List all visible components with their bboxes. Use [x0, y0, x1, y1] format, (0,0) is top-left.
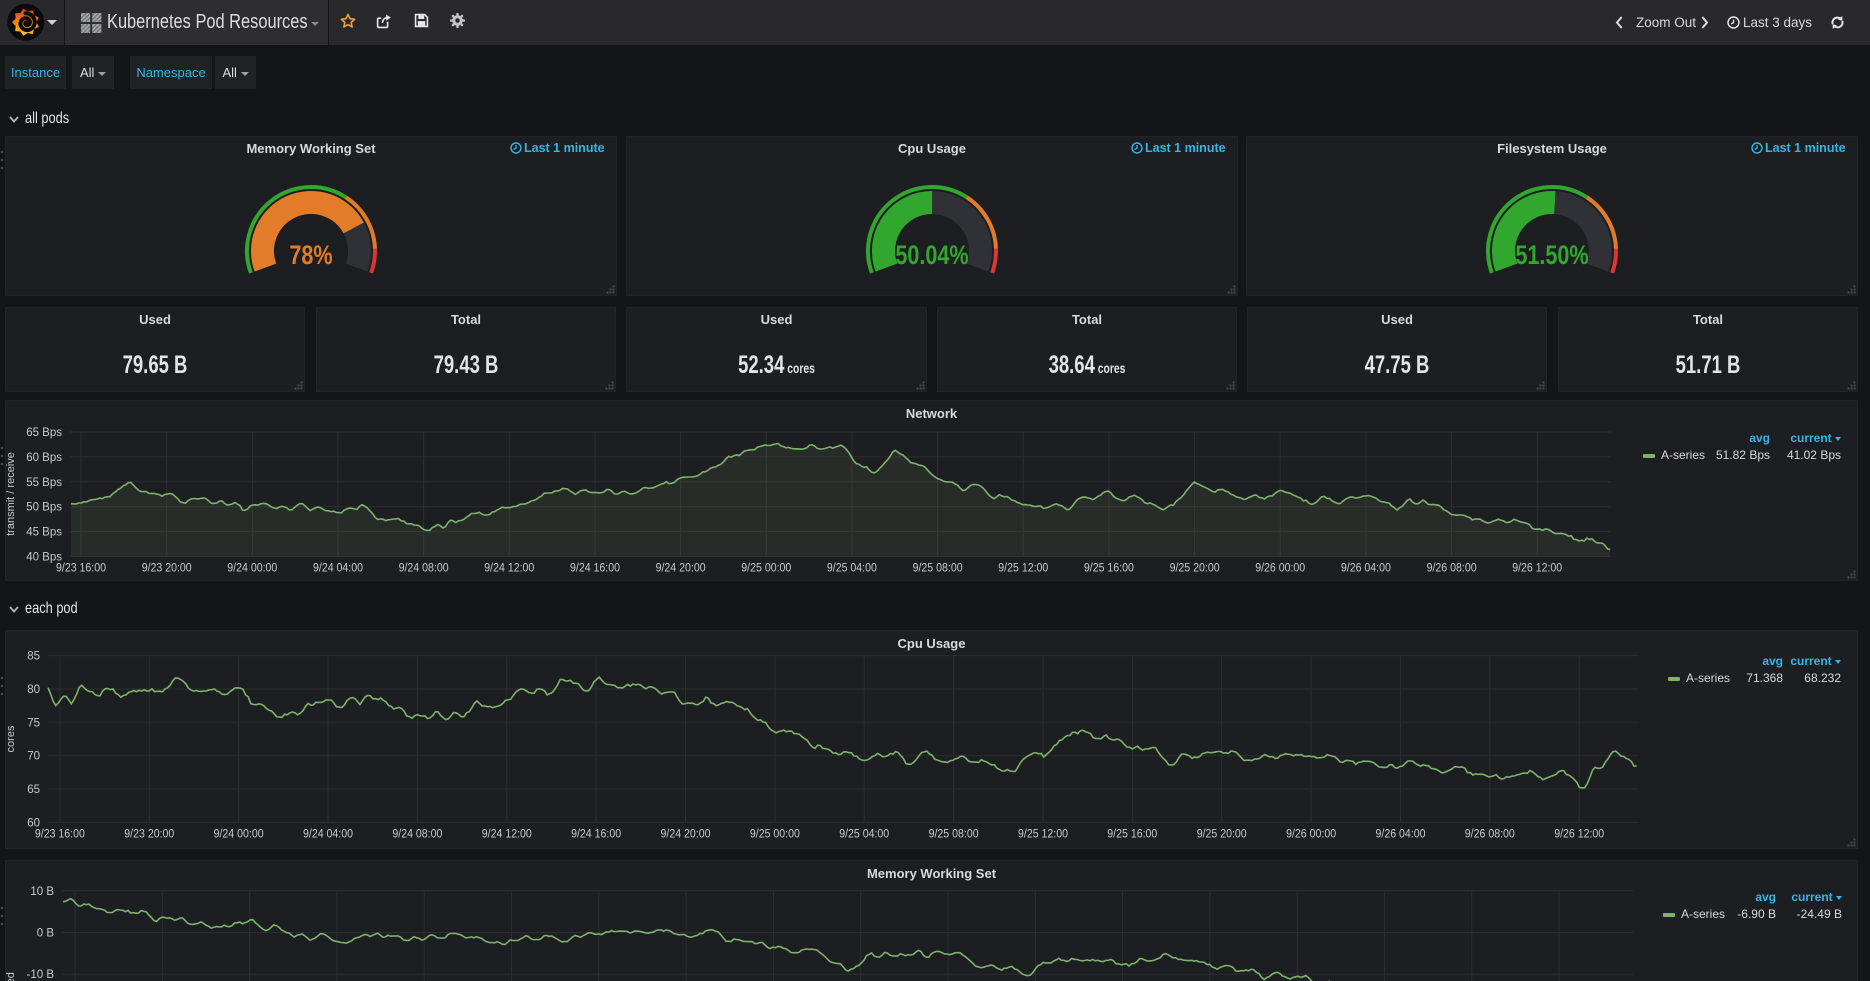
svg-text:9/23 16:00: 9/23 16:00	[56, 563, 106, 575]
svg-text:9/24 00:00: 9/24 00:00	[227, 563, 277, 575]
svg-text:9/24 20:00: 9/24 20:00	[661, 828, 711, 840]
svg-text:9/25 20:00: 9/25 20:00	[1197, 828, 1247, 840]
svg-text:9/25 04:00: 9/25 04:00	[839, 828, 889, 840]
svg-text:9/24 04:00: 9/24 04:00	[303, 828, 353, 840]
svg-text:55 Bps: 55 Bps	[26, 477, 62, 489]
svg-text:9/25 00:00: 9/25 00:00	[750, 828, 800, 840]
svg-text:9/25 12:00: 9/25 12:00	[1018, 828, 1068, 840]
svg-text:9/26 08:00: 9/26 08:00	[1465, 828, 1515, 840]
svg-text:9/23 20:00: 9/23 20:00	[124, 828, 174, 840]
svg-text:9/26 00:00: 9/26 00:00	[1255, 563, 1305, 575]
svg-text:9/25 16:00: 9/25 16:00	[1084, 563, 1134, 575]
svg-text:50 Bps: 50 Bps	[26, 502, 62, 514]
svg-text:9/25 08:00: 9/25 08:00	[913, 563, 963, 575]
svg-text:9/24 16:00: 9/24 16:00	[571, 828, 621, 840]
svg-text:9/25 04:00: 9/25 04:00	[827, 563, 877, 575]
svg-text:9/23 16:00: 9/23 16:00	[35, 828, 85, 840]
svg-text:9/24 12:00: 9/24 12:00	[482, 828, 532, 840]
svg-text:-10 B: -10 B	[27, 969, 55, 981]
svg-text:9/24 00:00: 9/24 00:00	[214, 828, 264, 840]
svg-text:9/24 08:00: 9/24 08:00	[399, 563, 449, 575]
svg-text:9/26 12:00: 9/26 12:00	[1554, 828, 1604, 840]
svg-text:transmit / receive: transmit / receive	[5, 452, 17, 536]
svg-text:9/24 16:00: 9/24 16:00	[570, 563, 620, 575]
svg-text:9/24 08:00: 9/24 08:00	[392, 828, 442, 840]
svg-text:9/23 20:00: 9/23 20:00	[142, 563, 192, 575]
svg-text:9/26 04:00: 9/26 04:00	[1376, 828, 1426, 840]
svg-text:9/25 08:00: 9/25 08:00	[929, 828, 979, 840]
svg-text:9/25 20:00: 9/25 20:00	[1170, 563, 1220, 575]
svg-text:9/25 16:00: 9/25 16:00	[1107, 828, 1157, 840]
svg-text:9/26 12:00: 9/26 12:00	[1512, 563, 1562, 575]
svg-text:9/24 20:00: 9/24 20:00	[656, 563, 706, 575]
svg-text:9/26 04:00: 9/26 04:00	[1341, 563, 1391, 575]
svg-text:9/26 08:00: 9/26 08:00	[1427, 563, 1477, 575]
svg-text:cores: cores	[5, 725, 17, 752]
svg-text:65: 65	[27, 784, 40, 796]
svg-text:9/24 12:00: 9/24 12:00	[484, 563, 534, 575]
svg-text:used: used	[5, 972, 17, 981]
svg-text:9/24 04:00: 9/24 04:00	[313, 563, 363, 575]
svg-text:70: 70	[27, 751, 40, 763]
svg-text:75: 75	[27, 717, 40, 729]
svg-text:80: 80	[27, 684, 40, 696]
svg-text:45 Bps: 45 Bps	[26, 527, 62, 539]
svg-text:0 B: 0 B	[37, 928, 55, 940]
svg-text:9/25 00:00: 9/25 00:00	[741, 563, 791, 575]
svg-text:9/25 12:00: 9/25 12:00	[998, 563, 1048, 575]
svg-text:9/26 00:00: 9/26 00:00	[1286, 828, 1336, 840]
